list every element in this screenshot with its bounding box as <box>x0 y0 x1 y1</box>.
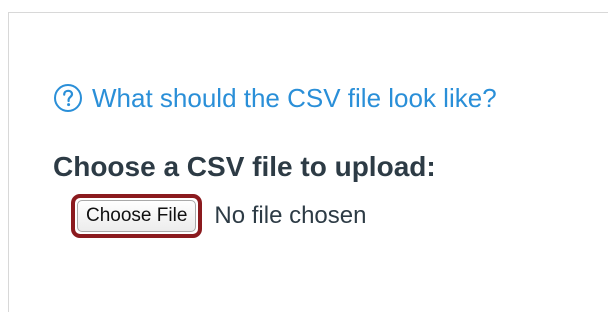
question-circle-icon <box>53 83 83 113</box>
csv-format-help-text: What should the CSV file look like? <box>92 83 497 113</box>
file-input[interactable]: Choose File No file chosen <box>71 194 366 238</box>
upload-panel: What should the CSV file look like? Choo… <box>8 12 608 312</box>
highlight-outline: Choose File <box>71 194 203 238</box>
upload-label: Choose a CSV file to upload: <box>53 151 436 182</box>
file-status-text: No file chosen <box>214 202 367 229</box>
choose-file-button[interactable]: Choose File <box>77 200 197 232</box>
csv-format-help-link[interactable]: What should the CSV file look like? <box>53 81 497 115</box>
